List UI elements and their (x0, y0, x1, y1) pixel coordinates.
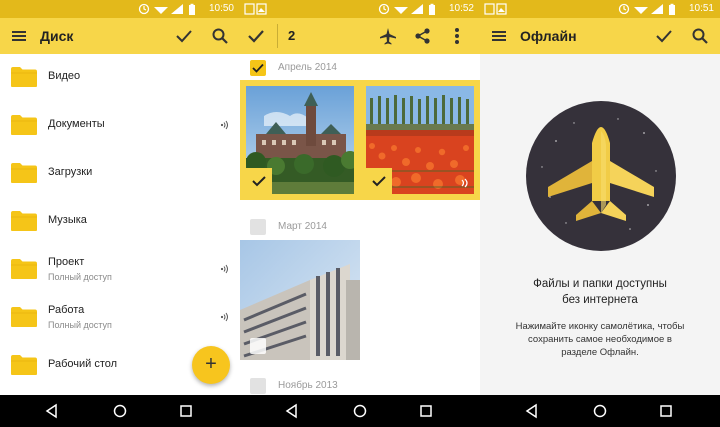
folder-icon (11, 355, 37, 375)
share-icon[interactable] (413, 26, 433, 46)
description-line-3: разделе Офлайн. (561, 347, 639, 358)
check-icon (252, 63, 264, 73)
offline-signal-icon (220, 264, 228, 274)
add-button[interactable]: + (192, 346, 230, 384)
folder-name: Загрузки (48, 166, 93, 178)
folder-name: Проект (48, 256, 85, 268)
folder-row[interactable]: Проект Полный доступ (0, 246, 240, 294)
headline-line-2: без интернета (562, 294, 638, 306)
status-icons (138, 3, 195, 15)
nav-bar (480, 395, 720, 427)
section-label: Март 2014 (278, 221, 327, 232)
disk-screen: 10:50 Диск Видео Документы Загрузки Музыка П… (0, 0, 240, 427)
offline-description: Нажимайте иконку самолётика, чтобы сохра… (494, 320, 706, 359)
menu-icon[interactable] (490, 26, 510, 46)
search-icon[interactable] (210, 26, 230, 46)
section-march-2014: Март 2014 (240, 213, 480, 241)
section-checkbox[interactable] (250, 378, 266, 394)
photo-thumb-castle[interactable] (246, 86, 354, 194)
app-bar: Диск (0, 18, 240, 54)
offline-signal-icon (220, 312, 228, 322)
folder-name: Музыка (48, 214, 87, 226)
folder-icon (11, 259, 37, 279)
bar-separator (277, 24, 278, 48)
photo-selected-check[interactable] (366, 168, 392, 194)
selection-bar: 2 (240, 18, 480, 54)
description-line-1: Нажимайте иконку самолётика, чтобы (515, 321, 685, 332)
section-checkbox[interactable] (250, 219, 266, 235)
offline-signal-icon (220, 120, 228, 130)
home-icon[interactable] (592, 403, 608, 419)
status-time: 10:51 (688, 3, 714, 14)
home-icon[interactable] (112, 403, 128, 419)
folder-row[interactable]: Видео (0, 54, 240, 102)
folder-icon (11, 307, 37, 327)
section-april-2014: Апрель 2014 (240, 54, 480, 82)
description-line-2: сохранить самое необходимое в (528, 334, 672, 345)
headline-line-1: Файлы и папки доступны (533, 278, 667, 290)
check-icon (252, 176, 266, 187)
screen-title: Диск (40, 28, 74, 44)
offline-illustration (526, 101, 676, 251)
back-icon[interactable] (524, 403, 540, 419)
done-check-icon[interactable] (246, 26, 266, 46)
status-bar: 10:51 (480, 0, 720, 18)
notification-icons (484, 3, 507, 15)
folder-row[interactable]: Загрузки (0, 150, 240, 198)
offline-airplane-icon[interactable] (378, 26, 398, 46)
folder-name: Рабочий стол (48, 358, 118, 370)
more-options-icon[interactable] (447, 26, 467, 46)
recents-icon[interactable] (418, 403, 434, 419)
folder-row[interactable]: Документы (0, 102, 240, 150)
screen-title: Офлайн (520, 28, 577, 44)
folder-icon (11, 163, 37, 183)
photo-thumb-tulips[interactable] (366, 86, 474, 194)
folder-name: Работа (48, 304, 85, 316)
select-check-icon[interactable] (654, 26, 674, 46)
folder-icon (11, 67, 37, 87)
home-icon[interactable] (352, 403, 368, 419)
folder-icon (11, 211, 37, 231)
status-time: 10:50 (208, 3, 234, 14)
folder-row[interactable]: Музыка (0, 198, 240, 246)
folder-icon (11, 115, 37, 135)
select-check-icon[interactable] (174, 26, 194, 46)
nav-bar (0, 395, 240, 427)
offline-headline: Файлы и папки доступны без интернета (490, 276, 710, 308)
folder-access-label: Полный доступ (48, 320, 112, 330)
offline-screen: 10:51 Офлайн Файлы и папки доступны без … (480, 0, 720, 427)
photo-thumb-building[interactable] (240, 240, 360, 360)
check-icon (372, 176, 386, 187)
folder-name: Документы (48, 118, 105, 130)
status-time: 10:52 (448, 3, 474, 14)
photo-selected-check[interactable] (246, 168, 272, 194)
back-icon[interactable] (284, 403, 300, 419)
status-bar: 10:50 (0, 0, 240, 18)
section-label: Апрель 2014 (278, 62, 337, 73)
app-bar: Офлайн (480, 18, 720, 54)
recents-icon[interactable] (658, 403, 674, 419)
section-label: Ноябрь 2013 (278, 380, 338, 391)
notification-icons (244, 3, 267, 15)
photos-selection-screen: 10:52 2 Апрель 2014 Март 2014 Ноябрь 201… (240, 0, 480, 427)
status-icons (618, 3, 675, 15)
recents-icon[interactable] (178, 403, 194, 419)
nav-bar (240, 395, 480, 427)
folder-name: Видео (48, 70, 81, 82)
status-icons (378, 3, 435, 15)
folder-row[interactable]: Работа Полный доступ (0, 294, 240, 342)
airplane-icon (541, 118, 657, 230)
menu-icon[interactable] (10, 26, 30, 46)
section-checkbox[interactable] (250, 60, 266, 76)
status-bar: 10:52 (240, 0, 480, 18)
offline-signal-icon (461, 178, 468, 188)
selected-count: 2 (288, 28, 296, 43)
folder-access-label: Полный доступ (48, 272, 112, 282)
photo-checkbox[interactable] (250, 338, 266, 354)
back-icon[interactable] (44, 403, 60, 419)
search-icon[interactable] (690, 26, 710, 46)
